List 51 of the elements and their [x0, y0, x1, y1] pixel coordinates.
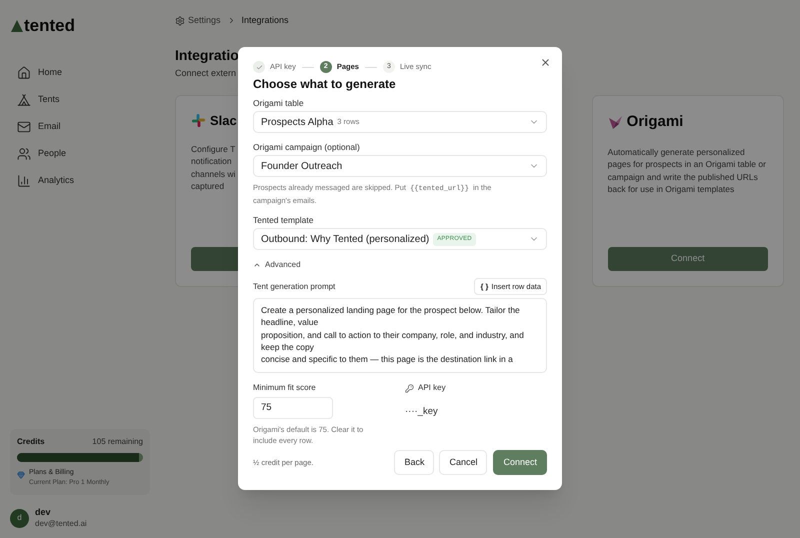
- advanced-toggle[interactable]: Advanced: [253, 259, 301, 271]
- nav-item[interactable]: Analytics: [17, 172, 150, 190]
- credits-label: Credits: [17, 436, 45, 448]
- field-label: Minimum fit score: [253, 382, 317, 394]
- bird-logo-icon: [608, 114, 623, 130]
- check-icon: [253, 61, 265, 73]
- breadcrumb-link[interactable]: Settings: [175, 14, 221, 28]
- card-title: Slac: [210, 112, 237, 130]
- page-title: Integratio: [175, 46, 239, 64]
- secondary-button[interactable]: Cancel: [439, 450, 488, 475]
- field-label: API key: [418, 382, 446, 394]
- user-name: dev: [35, 507, 52, 518]
- breadcrumb-current: Integrations: [242, 14, 289, 27]
- close-button[interactable]: [540, 57, 551, 68]
- card-title: Origami: [626, 112, 684, 132]
- settings-icon: [175, 16, 185, 26]
- gem-icon: [17, 470, 25, 479]
- dialog-title: Choose what to generate: [253, 77, 397, 92]
- field-label: Tent generation prompt: [253, 280, 336, 292]
- connect-button[interactable]: Connect: [493, 450, 547, 475]
- campaign-select[interactable]: Founder Outreach: [253, 155, 547, 177]
- api-key-value: ····_key: [405, 405, 438, 419]
- home-icon: [17, 66, 31, 80]
- nav-item[interactable]: Tents: [17, 90, 150, 108]
- card-description: Automatically generate personalized pages for prospects in an Origami table or campaign and write the published URLs back for use in Origami templates: [608, 146, 767, 196]
- prompt-field[interactable]: Create a personalized landing page for the prospect below. Tailor the headline, value proposition, and call to action to their company, role, and industry, and keep the copy concise and specific to them — this page is the destination link in a: [253, 298, 547, 373]
- secondary-button[interactable]: Back: [394, 450, 434, 475]
- logo-icon: [11, 20, 23, 32]
- key-icon: [405, 384, 414, 392]
- page-subtitle: Connect extern: [175, 66, 236, 80]
- field-label: Tented template: [253, 215, 314, 226]
- fit-score-field[interactable]: 75: [253, 397, 333, 419]
- card-description: channels wi: [191, 168, 236, 180]
- user-email: dev@tented.ai: [35, 518, 87, 529]
- nav-item[interactable]: Home: [17, 64, 150, 82]
- card-description: Configure T: [191, 142, 236, 155]
- avatar: d: [10, 508, 29, 528]
- people-icon: [17, 146, 31, 160]
- credits-remaining: 105 remaining: [92, 436, 143, 448]
- bar-chart-icon: [17, 174, 31, 188]
- nav-item[interactable]: People: [17, 144, 150, 162]
- card-description: notification: [191, 155, 232, 168]
- field-label: Origami campaign (optional): [253, 142, 360, 153]
- chevron-up-icon: [253, 261, 261, 269]
- nav-item[interactable]: Email: [17, 118, 150, 136]
- card-description: captured: [191, 180, 224, 192]
- mail-icon: [17, 120, 31, 134]
- brand-name: tented: [24, 15, 75, 37]
- slack-logo-icon: [191, 113, 206, 128]
- field-label: Origami table: [253, 98, 304, 109]
- tent-icon: [17, 92, 31, 106]
